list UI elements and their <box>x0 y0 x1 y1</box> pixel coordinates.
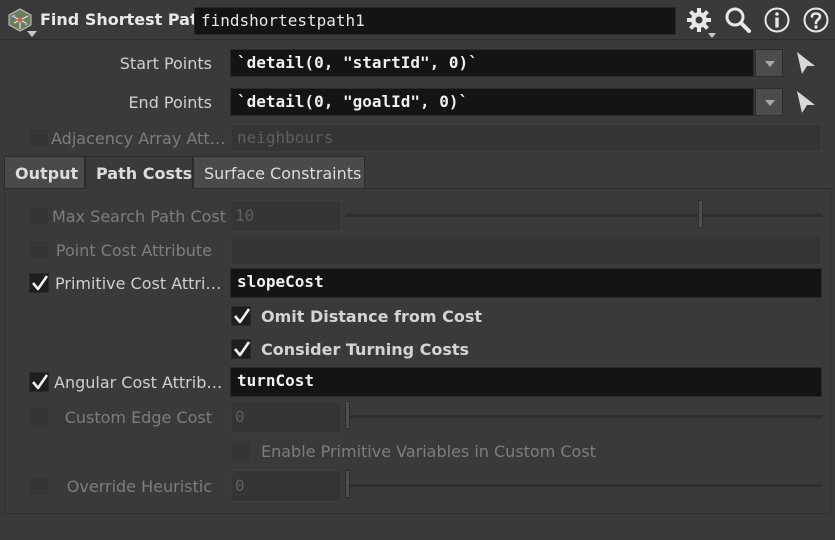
node-name-field[interactable]: findshortestpath1 <box>194 7 676 35</box>
adjacency-label: Adjacency Array Att… <box>51 129 226 148</box>
turning-costs-label: Consider Turning Costs <box>261 340 470 359</box>
prim-vars-label: Enable Primitive Variables in Custom Cos… <box>261 442 596 461</box>
start-points-field[interactable]: `detail(0, "startId", 0)` <box>230 49 754 77</box>
checkmark-icon <box>32 275 49 291</box>
start-points-select-arrow-icon[interactable] <box>794 49 818 77</box>
prim-cost-label: Primitive Cost Attri… <box>55 274 222 293</box>
node-type-label: Find Shortest Path <box>40 10 209 29</box>
custom-edge-toggle-checkbox[interactable] <box>29 407 49 427</box>
adjacency-toggle-checkbox[interactable] <box>29 128 49 148</box>
adjacency-field[interactable]: neighbours <box>230 124 822 152</box>
max-search-label: Max Search Path Cost <box>52 207 227 226</box>
end-points-select-arrow-icon[interactable] <box>794 88 818 116</box>
custom-edge-slider-track[interactable] <box>346 415 822 418</box>
omit-distance-checkbox[interactable] <box>231 306 251 326</box>
point-cost-toggle-checkbox[interactable] <box>29 240 49 260</box>
point-cost-label: Point Cost Attribute <box>55 241 212 260</box>
max-search-toggle-checkbox[interactable] <box>29 206 49 226</box>
prim-vars-checkbox[interactable] <box>231 441 251 461</box>
start-points-menu-button[interactable] <box>755 49 783 77</box>
end-points-menu-button[interactable] <box>755 88 783 116</box>
search-icon[interactable] <box>724 6 752 34</box>
prim-cost-field[interactable]: slopeCost <box>230 268 822 298</box>
checkmark-icon <box>234 308 251 324</box>
help-icon[interactable] <box>802 6 830 34</box>
turning-costs-checkbox[interactable] <box>231 339 251 359</box>
tab-output[interactable]: Output <box>4 156 85 189</box>
max-search-field[interactable]: 10 <box>230 200 342 232</box>
tab-bar: Output Path Costs Surface Constraints <box>4 156 831 189</box>
node-type-menu-arrow-icon[interactable] <box>27 31 37 37</box>
max-search-slider-handle[interactable] <box>698 200 703 228</box>
checkmark-icon <box>32 374 49 390</box>
override-heuristic-slider-handle[interactable] <box>345 470 350 498</box>
start-points-label: Start Points <box>119 54 212 73</box>
end-points-label: End Points <box>128 93 212 112</box>
angular-cost-toggle-checkbox[interactable] <box>29 372 49 392</box>
max-search-slider-track[interactable] <box>346 214 822 217</box>
point-cost-field[interactable] <box>230 235 822 265</box>
end-points-field[interactable]: `detail(0, "goalId", 0)` <box>230 88 754 116</box>
node-type-icon[interactable] <box>8 8 32 32</box>
custom-edge-label: Custom Edge Cost <box>64 408 212 427</box>
custom-edge-field[interactable]: 0 <box>230 401 342 433</box>
tab-path-costs[interactable]: Path Costs <box>85 156 193 189</box>
gear-icon[interactable] <box>685 6 713 34</box>
angular-cost-label: Angular Cost Attrib… <box>54 373 223 392</box>
omit-distance-label: Omit Distance from Cost <box>261 307 482 326</box>
parameter-header: Find Shortest Path findshortestpath1 <box>0 0 835 40</box>
override-heuristic-field[interactable]: 0 <box>230 470 342 502</box>
prim-cost-toggle-checkbox[interactable] <box>29 273 49 293</box>
override-heuristic-toggle-checkbox[interactable] <box>29 476 49 496</box>
gear-menu-arrow-icon[interactable] <box>708 33 716 38</box>
checkmark-icon <box>234 341 251 357</box>
custom-edge-slider-handle[interactable] <box>345 401 350 429</box>
angular-cost-field[interactable]: turnCost <box>230 367 822 397</box>
tab-surface-constraints[interactable]: Surface Constraints <box>193 156 365 189</box>
override-heuristic-slider-track[interactable] <box>346 484 822 487</box>
info-icon[interactable] <box>763 6 791 34</box>
override-heuristic-label: Override Heuristic <box>66 477 212 496</box>
